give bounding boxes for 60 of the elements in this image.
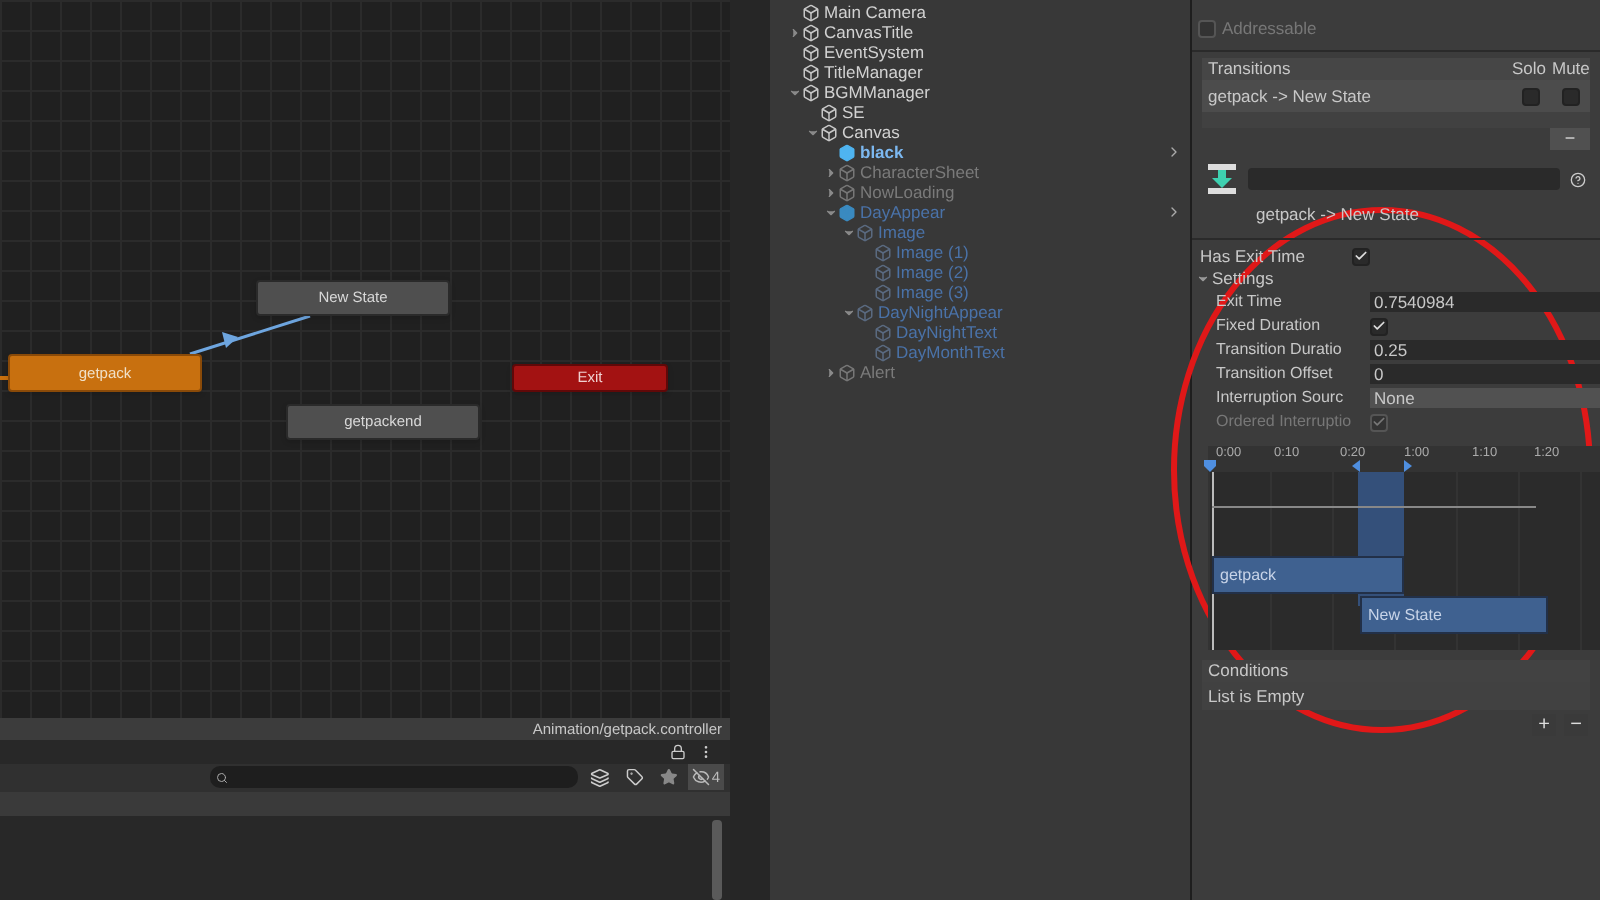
hierarchy-item[interactable]: TitleManager bbox=[824, 62, 923, 82]
transition-arrow bbox=[189, 314, 311, 356]
layers-icon[interactable] bbox=[590, 767, 611, 788]
remove-button[interactable]: − bbox=[1550, 128, 1590, 150]
collapse-arrow-icon[interactable] bbox=[842, 305, 856, 319]
field-label: Ordered Interruptio bbox=[1216, 410, 1354, 434]
number-field[interactable]: 0 bbox=[1370, 364, 1600, 384]
transition-icon bbox=[1206, 162, 1238, 196]
list-header: Conditions bbox=[1208, 658, 1289, 684]
collapse-arrow-icon[interactable] bbox=[842, 225, 856, 239]
hierarchy-item[interactable]: Main Camera bbox=[824, 2, 927, 22]
number-field[interactable]: 0.25 bbox=[1370, 340, 1600, 360]
solo-header: Solo bbox=[1512, 56, 1549, 82]
expand-arrow-icon[interactable] bbox=[824, 365, 838, 379]
dropdown[interactable]: None bbox=[1370, 388, 1600, 408]
field-label: Transition Duratio bbox=[1216, 338, 1344, 362]
collapse-arrow-icon[interactable] bbox=[1196, 272, 1210, 286]
field-label: Has Exit Time bbox=[1200, 243, 1307, 269]
field-label: Fixed Duration bbox=[1216, 314, 1323, 338]
checkbox[interactable] bbox=[1562, 87, 1580, 105]
number-field[interactable]: 0.7540984 bbox=[1370, 292, 1600, 312]
transition-name: getpack -> New State bbox=[1208, 83, 1372, 109]
list-header: Transitions bbox=[1208, 56, 1291, 82]
field-label: Transition Offset bbox=[1216, 362, 1335, 386]
scrollbar[interactable] bbox=[712, 820, 722, 900]
lock-icon[interactable] bbox=[670, 743, 686, 760]
chevron-right-icon[interactable] bbox=[1166, 144, 1182, 160]
timeline-clip[interactable]: New State bbox=[1360, 596, 1548, 634]
search-field[interactable] bbox=[210, 766, 579, 789]
search-icon bbox=[216, 771, 228, 784]
collapse-arrow-icon[interactable] bbox=[824, 205, 838, 219]
expand-arrow-icon[interactable] bbox=[824, 165, 838, 179]
mute-header: Mute bbox=[1552, 56, 1584, 82]
star-icon[interactable] bbox=[659, 768, 678, 787]
collapse-arrow-icon[interactable] bbox=[806, 125, 820, 139]
hierarchy-item[interactable]: black bbox=[860, 142, 904, 162]
timeline-clip[interactable]: getpack bbox=[1212, 556, 1404, 594]
addressable-label: Addressable bbox=[1222, 15, 1317, 41]
checkbox[interactable] bbox=[1370, 317, 1388, 335]
hierarchy-item[interactable]: BGMManager bbox=[824, 82, 930, 102]
hierarchy-item[interactable]: Canvas bbox=[842, 122, 900, 142]
entry-line bbox=[0, 376, 8, 380]
empty-list-text: List is Empty bbox=[1208, 683, 1305, 709]
hierarchy-item[interactable]: EventSystem bbox=[824, 42, 925, 62]
eye-off-icon bbox=[691, 768, 710, 787]
tag-icon[interactable] bbox=[626, 768, 644, 787]
chevron-right-icon[interactable] bbox=[1166, 204, 1182, 220]
transition-start-marker-icon[interactable] bbox=[1352, 460, 1360, 472]
hierarchy-item[interactable]: CanvasTitle bbox=[824, 22, 914, 42]
field-label: Interruption Sourc bbox=[1216, 386, 1346, 410]
transition-end-marker-icon[interactable] bbox=[1404, 460, 1412, 472]
collapse-arrow-icon[interactable] bbox=[788, 85, 802, 99]
start-marker-icon[interactable] bbox=[1204, 460, 1216, 472]
help-icon[interactable] bbox=[1570, 171, 1586, 187]
expand-arrow-icon[interactable] bbox=[788, 25, 802, 39]
transition-row[interactable]: getpack -> New State bbox=[1202, 80, 1590, 112]
hierarchy-item[interactable]: SE bbox=[842, 102, 865, 122]
checkbox[interactable] bbox=[1352, 247, 1370, 265]
expand-arrow-icon[interactable] bbox=[824, 185, 838, 199]
checkbox[interactable] bbox=[1522, 87, 1540, 105]
